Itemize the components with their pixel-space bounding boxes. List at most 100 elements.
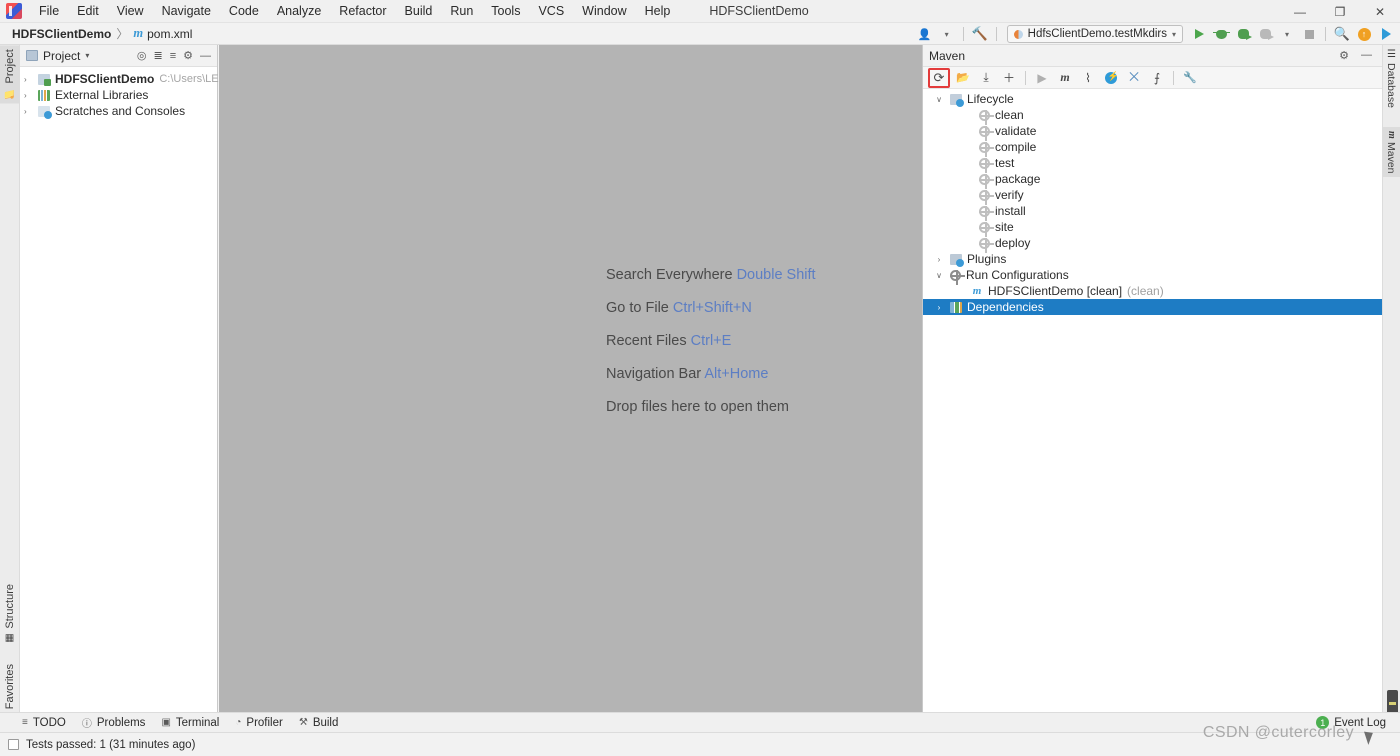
expand-collapse-button[interactable]: ⨍ (1147, 69, 1167, 87)
tree-node-hdfsclientdemo[interactable]: › HDFSClientDemo C:\Users\LENOVO (20, 71, 251, 87)
chevron-right-icon[interactable]: › (24, 107, 27, 116)
show-dependencies-button[interactable]: ⨉ (1124, 69, 1144, 87)
tool-window-profiler[interactable]: ◔ Profiler (235, 717, 282, 729)
chevron-down-icon[interactable]: ∨ (933, 271, 945, 280)
tree-node-scratches-and-consoles[interactable]: › Scratches and Consoles (20, 103, 217, 119)
structure-tab-label: Structure (4, 584, 16, 629)
event-log-button[interactable]: 1 Event Log (1316, 716, 1400, 729)
maven-goal-verify[interactable]: verify (923, 187, 1382, 205)
build-label: Build (312, 716, 339, 729)
maven-node-dependencies[interactable]: › Dependencies (923, 299, 1382, 315)
close-button[interactable]: ✕ (1360, 0, 1400, 23)
menu-build[interactable]: Build (396, 1, 442, 21)
maven-panel-header: Maven ⚙ — (923, 45, 1382, 67)
menu-code[interactable]: Code (220, 1, 268, 21)
structure-icon: ▦ (4, 632, 15, 644)
maven-goal-install[interactable]: install (923, 203, 1382, 221)
expand-all-icon[interactable]: ≣ (153, 49, 162, 62)
hide-panel-icon[interactable]: — (1361, 49, 1372, 62)
menu-analyze[interactable]: Analyze (268, 1, 330, 21)
menu-run[interactable]: Run (441, 1, 482, 21)
execute-maven-goal-button[interactable]: m (1055, 69, 1075, 87)
chevron-right-icon[interactable]: › (24, 91, 27, 100)
maven-goal-compile[interactable]: compile (923, 139, 1382, 157)
user-avatar-icon[interactable]: 👤 (915, 25, 935, 44)
add-maven-project-button[interactable]: ＋ (999, 69, 1019, 87)
sidebar-item-structure[interactable]: ▦ Structure (0, 580, 20, 648)
run-with-coverage-button[interactable] (1233, 25, 1253, 44)
menu-file[interactable]: File (30, 1, 68, 21)
tool-window-build[interactable]: ⚒ Build (299, 717, 339, 729)
toggle-offline-mode-button[interactable] (1101, 69, 1121, 87)
menu-window[interactable]: Window (573, 1, 635, 21)
editor-area[interactable]: Search Everywhere Double Shift Go to Fil… (219, 45, 922, 720)
maven-node-label: clean (995, 108, 1024, 122)
gear-icon[interactable]: ⚙ (1339, 49, 1349, 62)
generate-sources-button[interactable]: 📂 (953, 69, 973, 87)
toggle-skip-tests-button[interactable]: ⌇ (1078, 69, 1098, 87)
run-button[interactable] (1189, 25, 1209, 44)
tree-node-external-libraries[interactable]: › External Libraries (20, 87, 217, 103)
chevron-down-icon[interactable]: ▾ (85, 51, 89, 60)
run-anything-icon[interactable] (1376, 25, 1396, 44)
maven-goal-clean[interactable]: clean (923, 107, 1382, 125)
chevron-down-icon[interactable]: ▾ (937, 25, 957, 44)
collapse-all-icon[interactable]: ≡ (170, 50, 176, 62)
chevron-down-icon[interactable]: ∨ (933, 95, 945, 104)
maven-goal-validate[interactable]: validate (923, 123, 1382, 141)
chevron-right-icon[interactable]: › (24, 75, 27, 84)
minimize-button[interactable]: — (1280, 0, 1320, 23)
reload-all-maven-projects-button[interactable]: ⟳ (928, 67, 950, 88)
tool-window-todo[interactable]: ≡ TODO (22, 717, 66, 729)
sidebar-item-project[interactable]: 📁 Project (0, 45, 20, 104)
menu-navigate[interactable]: Navigate (153, 1, 220, 21)
run-maven-build-button[interactable]: ▶ (1032, 69, 1052, 87)
maven-goal-test[interactable]: test (923, 155, 1382, 173)
profile-dropdown-icon[interactable]: ▾ (1277, 25, 1297, 44)
maven-goal-deploy[interactable]: deploy (923, 235, 1382, 253)
menu-vcs[interactable]: VCS (529, 1, 573, 21)
tool-window-terminal[interactable]: ▣ Terminal (161, 717, 219, 729)
hide-panel-icon[interactable]: — (200, 50, 211, 62)
select-opened-file-icon[interactable]: ◎ (137, 49, 147, 62)
maven-goal-package[interactable]: package (923, 171, 1382, 189)
menu-refactor[interactable]: Refactor (330, 1, 395, 21)
maven-tab-label: Maven (1385, 141, 1397, 174)
download-sources-button[interactable]: ⤓ (976, 69, 996, 87)
breadcrumb-project[interactable]: HDFSClientDemo (12, 27, 111, 41)
maven-node-plugins[interactable]: › Plugins (923, 251, 1382, 267)
build-project-icon[interactable]: 🔨 (970, 25, 990, 44)
menu-tools[interactable]: Tools (482, 1, 529, 21)
maven-goal-site[interactable]: site (923, 219, 1382, 237)
breadcrumb-file[interactable]: pom.xml (147, 27, 192, 41)
profile-button[interactable] (1255, 25, 1275, 44)
toolbar-divider (962, 27, 964, 41)
stop-button[interactable] (1299, 25, 1319, 44)
sidebar-item-maven[interactable]: m Maven (1382, 127, 1400, 178)
favorites-tab-label: Favorites (4, 664, 16, 710)
maven-node-lifecycle[interactable]: ∨ Lifecycle (923, 91, 1382, 107)
sidebar-item-database[interactable]: ☰ Database (1382, 45, 1400, 112)
menu-edit[interactable]: Edit (68, 1, 108, 21)
search-icon[interactable]: 🔍 (1332, 25, 1352, 44)
maven-settings-button[interactable]: 🔧 (1180, 69, 1200, 87)
dependencies-icon (950, 301, 962, 313)
debug-button[interactable] (1211, 25, 1231, 44)
menu-view[interactable]: View (108, 1, 153, 21)
chevron-right-icon[interactable]: › (933, 255, 945, 264)
run-configuration-selector[interactable]: HdfsClientDemo.testMkdirs ▾ (1006, 25, 1183, 43)
problems-icon: ⓘ (81, 719, 92, 730)
hint-shortcut: Alt+Home (704, 366, 769, 382)
menu-help[interactable]: Help (636, 1, 680, 21)
tool-window-problems[interactable]: ⓘ Problems (81, 715, 146, 731)
chevron-right-icon[interactable]: › (933, 303, 945, 312)
maven-run-config-hdfsclientdemo-clean[interactable]: m HDFSClientDemo [clean] (clean) (923, 283, 1382, 299)
status-icon (8, 739, 19, 750)
maven-node-run-configurations[interactable]: ∨ Run Configurations (923, 267, 1382, 285)
maximize-button[interactable]: ❐ (1320, 0, 1360, 23)
gear-icon[interactable]: ⚙ (183, 49, 193, 62)
update-project-icon[interactable]: ↑ (1354, 25, 1374, 44)
maven-node-label: Lifecycle (967, 92, 1014, 106)
run-config-icon (950, 269, 965, 285)
todo-label: TODO (32, 716, 66, 729)
